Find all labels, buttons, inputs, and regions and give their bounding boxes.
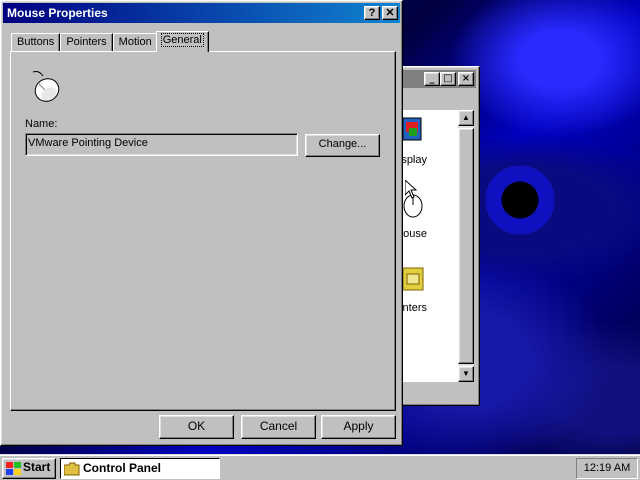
control-panel-icon-area: splay louse inters xyxy=(400,110,461,382)
windows-logo-icon xyxy=(6,462,21,475)
start-button[interactable]: Start xyxy=(2,458,56,479)
printers-label: inters xyxy=(400,302,427,314)
taskbar-item-label: Control Panel xyxy=(83,461,162,475)
apply-button[interactable]: Apply xyxy=(321,415,396,439)
taskbar-item-control-panel[interactable]: Control Panel xyxy=(60,458,220,479)
tab-general-label: General xyxy=(160,33,204,47)
mouse-properties-dialog: Mouse Properties ? ✕ Buttons Pointers Mo… xyxy=(0,0,403,446)
folder-icon xyxy=(64,462,80,476)
maximize-button[interactable]: □ xyxy=(440,72,456,86)
display-icon xyxy=(403,117,422,141)
tab-pointers[interactable]: Pointers xyxy=(60,33,113,51)
tab-strip: Buttons Pointers Motion General xyxy=(11,31,209,52)
dialog-titlebar[interactable]: Mouse Properties ? ✕ xyxy=(3,3,400,23)
printers-icon xyxy=(403,267,424,291)
tab-buttons[interactable]: Buttons xyxy=(11,33,61,51)
minimize-button[interactable]: _ xyxy=(424,72,440,86)
tab-pointers-label: Pointers xyxy=(66,36,107,48)
display-label: splay xyxy=(401,154,427,166)
tab-buttons-label: Buttons xyxy=(17,36,55,48)
scroll-up-arrow-icon[interactable]: ▲ xyxy=(458,110,474,126)
tab-motion[interactable]: Motion xyxy=(112,33,158,51)
control-panel-scrollbar[interactable]: ▲ ▼ xyxy=(458,110,474,382)
close-button[interactable]: × xyxy=(458,72,474,86)
ok-button[interactable]: OK xyxy=(159,415,234,439)
help-button[interactable]: ? xyxy=(364,6,380,20)
tab-general[interactable]: General xyxy=(155,31,209,52)
name-label: Name: xyxy=(25,118,58,130)
arrow-cursor-icon xyxy=(405,180,417,199)
scroll-down-arrow-icon[interactable]: ▼ xyxy=(458,366,474,382)
taskbar: Start Control Panel 12:19 AM xyxy=(0,454,640,480)
control-panel-titlebar[interactable]: _ □ × xyxy=(402,70,476,88)
change-button[interactable]: Change... xyxy=(305,134,380,157)
scroll-thumb[interactable] xyxy=(458,128,474,364)
system-tray-clock[interactable]: 12:19 AM xyxy=(576,458,638,479)
dialog-title: Mouse Properties xyxy=(7,6,108,20)
close-button[interactable]: ✕ xyxy=(382,6,398,20)
mouse-label: louse xyxy=(400,228,427,240)
start-label: Start xyxy=(23,460,51,474)
mouse-icon xyxy=(32,71,60,102)
tab-motion-label: Motion xyxy=(118,36,152,48)
general-tab-panel: Name: VMware Pointing Device Change... xyxy=(10,51,396,411)
cancel-button[interactable]: Cancel xyxy=(241,415,316,439)
name-field[interactable]: VMware Pointing Device xyxy=(25,133,298,156)
